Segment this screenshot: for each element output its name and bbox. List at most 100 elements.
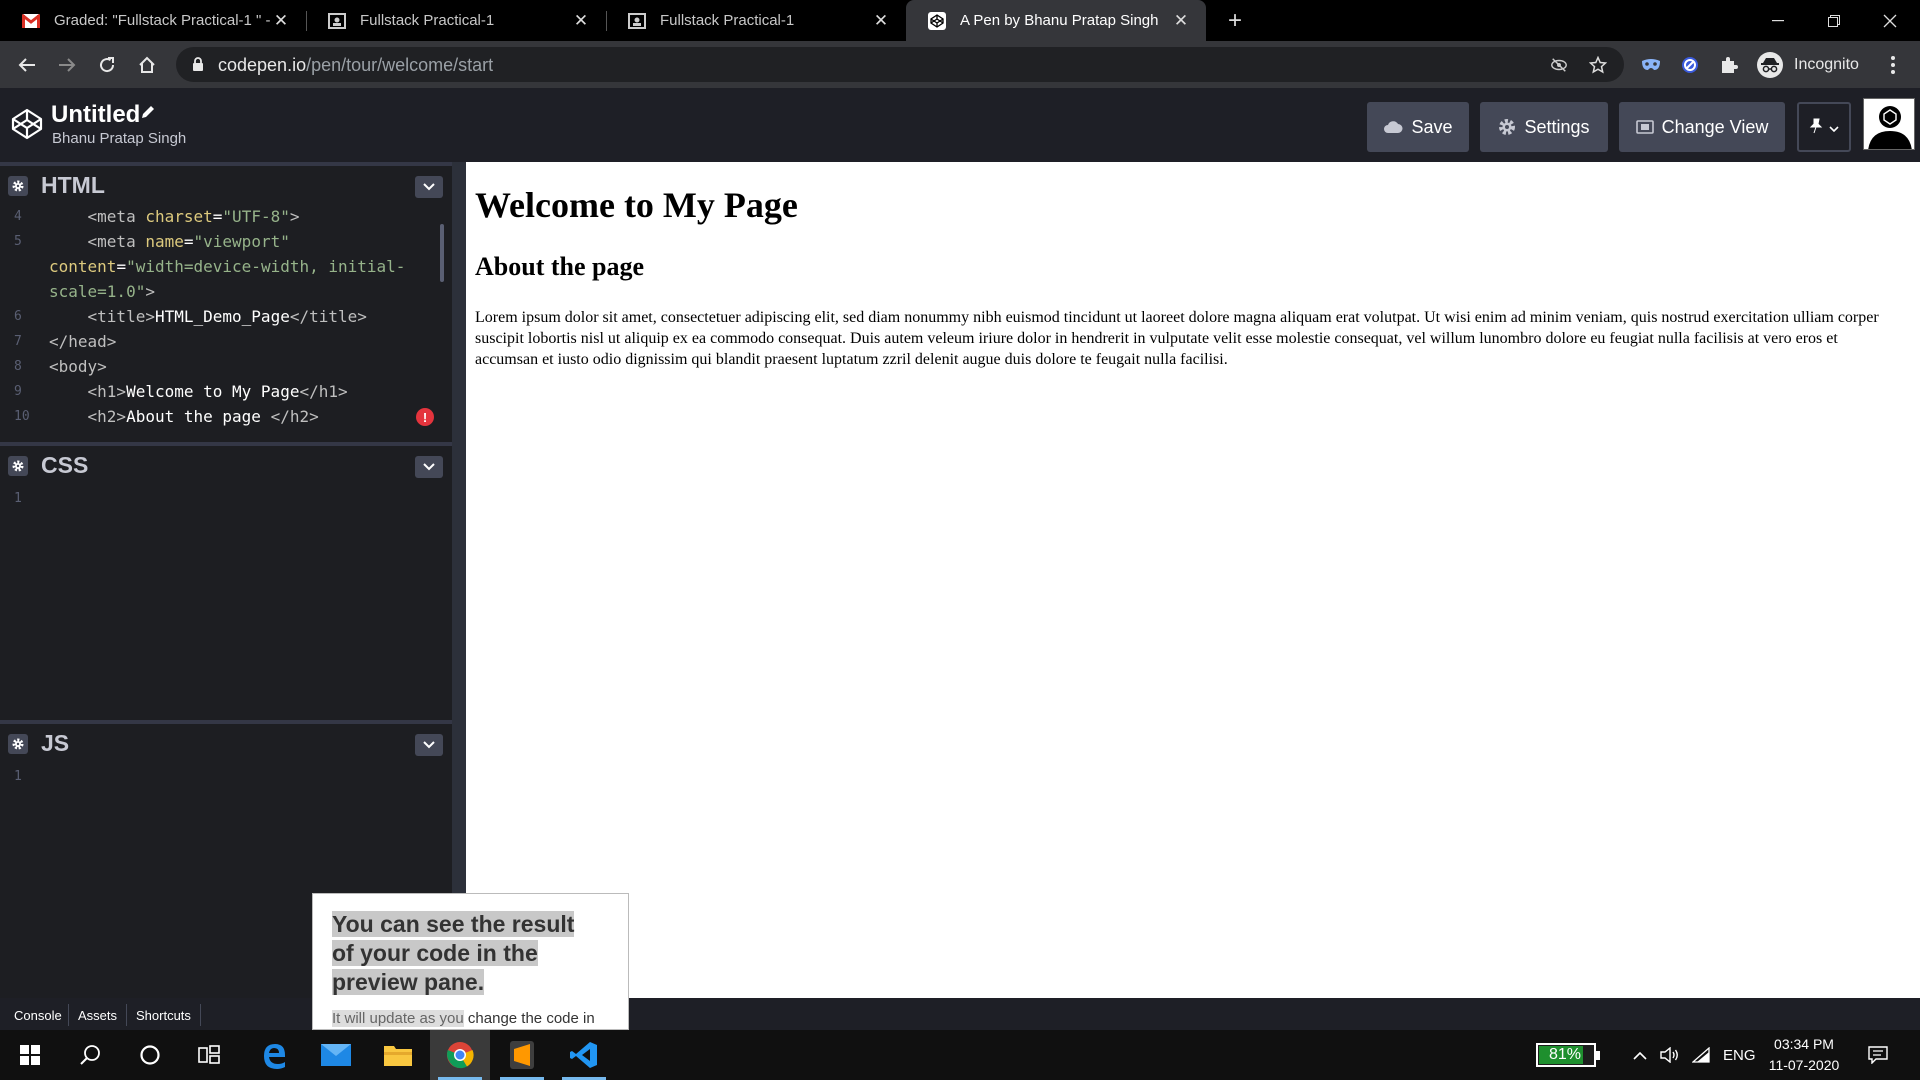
mail-icon[interactable]	[306, 1030, 366, 1080]
line-number: 4	[14, 209, 22, 224]
footer-separator	[200, 1004, 201, 1026]
code-line: <p>Lorem ipsum dolor sit amet,	[49, 429, 377, 434]
back-arrow-icon[interactable]	[12, 50, 42, 80]
codepen-logo-icon[interactable]	[10, 107, 44, 141]
js-editor-title: JS	[41, 730, 70, 756]
html-editor-header: HTML	[0, 166, 452, 204]
bookmark-star-icon[interactable]	[1589, 56, 1607, 74]
edit-pencil-icon[interactable]	[140, 104, 156, 125]
chevron-down-icon[interactable]	[415, 176, 443, 198]
edge-browser-icon[interactable]	[244, 1030, 304, 1080]
language-indicator[interactable]: ENG	[1723, 1042, 1756, 1068]
assets-button[interactable]: Assets	[70, 1003, 125, 1027]
reload-icon[interactable]	[92, 50, 122, 80]
cloud-icon	[1383, 120, 1403, 134]
speaker-icon[interactable]	[1660, 1042, 1680, 1068]
code-line: <meta charset="UTF-8">	[87, 207, 300, 226]
browser-tab-strip: Graded: "Fullstack Practical-1 " - ✕ Ful…	[0, 0, 1920, 41]
browser-tab-classroom-1[interactable]: Fullstack Practical-1 ✕	[306, 0, 606, 41]
editor-resize-handle[interactable]	[452, 162, 466, 998]
search-icon[interactable]	[60, 1030, 120, 1080]
css-code-area[interactable]: 1	[0, 486, 440, 716]
gear-icon	[1498, 118, 1516, 136]
minimize-icon[interactable]	[1750, 0, 1806, 41]
console-button[interactable]: Console	[6, 1003, 70, 1027]
battery-nub	[1596, 1051, 1600, 1060]
profile-label: Incognito	[1794, 56, 1859, 73]
browser-tab-classroom-2[interactable]: Fullstack Practical-1 ✕	[606, 0, 906, 41]
change-view-label: Change View	[1661, 116, 1769, 137]
chrome-menu-kebab-icon[interactable]	[1878, 50, 1908, 80]
clock-time: 03:34 PM	[1774, 1036, 1834, 1052]
close-tab-icon[interactable]: ✕	[870, 10, 892, 32]
chevron-down-icon	[1829, 119, 1839, 135]
extensions-puzzle-icon[interactable]	[1717, 53, 1741, 77]
restore-icon[interactable]	[1806, 0, 1862, 41]
preview-pane: Welcome to My Page About the page Lorem …	[466, 162, 1920, 998]
system-clock[interactable]: 03:34 PM 11-07-2020	[1762, 1034, 1846, 1076]
classroom-icon	[628, 12, 646, 30]
codepen-header: Untitled Bhanu Pratap Singh Save Setting…	[0, 88, 1920, 162]
forward-arrow-icon[interactable]	[52, 50, 82, 80]
html-settings-gear-icon[interactable]	[8, 176, 28, 196]
windows-start-icon[interactable]	[0, 1030, 60, 1080]
tab-title: Fullstack Practical-1	[360, 12, 495, 29]
chrome-icon[interactable]	[430, 1030, 490, 1080]
show-hidden-icons-chevron-icon[interactable]	[1633, 1042, 1647, 1068]
browser-tab-codepen[interactable]: A Pen by Bhanu Pratap Singh ✕	[906, 0, 1206, 41]
browser-tab-gmail[interactable]: Graded: "Fullstack Practical-1 " - ✕	[0, 0, 306, 41]
home-icon[interactable]	[132, 50, 162, 80]
action-center-notification-icon[interactable]	[1868, 1042, 1888, 1068]
close-tab-icon[interactable]: ✕	[270, 10, 292, 32]
shortcuts-button[interactable]: Shortcuts	[128, 1003, 199, 1027]
extension-mask-icon[interactable]	[1639, 53, 1663, 77]
tour-heading: You can see the result of your code in t…	[332, 910, 602, 997]
close-tab-icon[interactable]: ✕	[1170, 10, 1192, 32]
battery-indicator[interactable]: 81%	[1536, 1043, 1600, 1067]
extension-blocker-icon[interactable]	[1678, 53, 1702, 77]
user-avatar[interactable]	[1863, 98, 1915, 150]
tour-heading-text: You can see the result of your code in t…	[332, 911, 575, 995]
footer-separator	[68, 1004, 69, 1026]
code-line: <h1>Welcome to My Page</h1>	[87, 382, 348, 401]
settings-button[interactable]: Settings	[1480, 102, 1608, 152]
save-button[interactable]: Save	[1367, 102, 1469, 152]
pen-author[interactable]: Bhanu Pratap Singh	[52, 130, 186, 147]
line-number: 1	[14, 769, 22, 784]
tab-title: A Pen by Bhanu Pratap Singh	[960, 12, 1159, 29]
tour-body-rest: change the code in	[463, 1010, 595, 1027]
pen-title[interactable]: Untitled	[51, 101, 140, 129]
codepen-icon	[928, 11, 946, 30]
incognito-icon	[1757, 52, 1783, 78]
codepen-footer: Console Assets Shortcuts	[0, 998, 1920, 1030]
code-line: <body>	[49, 357, 107, 376]
gmail-icon	[22, 12, 40, 30]
css-editor-header: CSS	[0, 446, 452, 484]
pin-dropdown-button[interactable]	[1797, 102, 1851, 152]
editor-scrollbar[interactable]	[440, 224, 444, 282]
line-number: 5	[14, 234, 22, 249]
task-view-icon[interactable]	[180, 1030, 240, 1080]
close-tab-icon[interactable]: ✕	[570, 10, 592, 32]
tab-title: Fullstack Practical-1	[660, 12, 795, 29]
wifi-icon[interactable]	[1692, 1042, 1710, 1068]
address-bar[interactable]: codepen.io/pen/tour/welcome/start	[176, 47, 1624, 82]
html-code-area[interactable]: 4 <meta charset="UTF-8"> 5 <meta name="v…	[0, 204, 440, 434]
js-settings-gear-icon[interactable]	[8, 734, 28, 754]
file-explorer-icon[interactable]	[368, 1030, 428, 1080]
vscode-icon[interactable]	[554, 1030, 614, 1080]
cortana-icon[interactable]	[120, 1030, 180, 1080]
css-settings-gear-icon[interactable]	[8, 456, 28, 476]
sublime-text-icon[interactable]	[492, 1030, 552, 1080]
chevron-down-icon[interactable]	[415, 734, 443, 756]
error-icon[interactable]: !	[416, 408, 434, 426]
change-view-button[interactable]: Change View	[1619, 102, 1785, 152]
line-number: 6	[14, 309, 22, 324]
chevron-down-icon[interactable]	[415, 456, 443, 478]
preview-heading-1: Welcome to My Page	[475, 185, 798, 225]
new-tab-button[interactable]: +	[1222, 7, 1248, 34]
close-window-icon[interactable]	[1862, 0, 1918, 41]
lock-icon[interactable]	[192, 57, 204, 77]
third-party-cookies-blocked-icon[interactable]	[1550, 56, 1568, 74]
incognito-profile-button[interactable]: Incognito	[1757, 49, 1859, 81]
